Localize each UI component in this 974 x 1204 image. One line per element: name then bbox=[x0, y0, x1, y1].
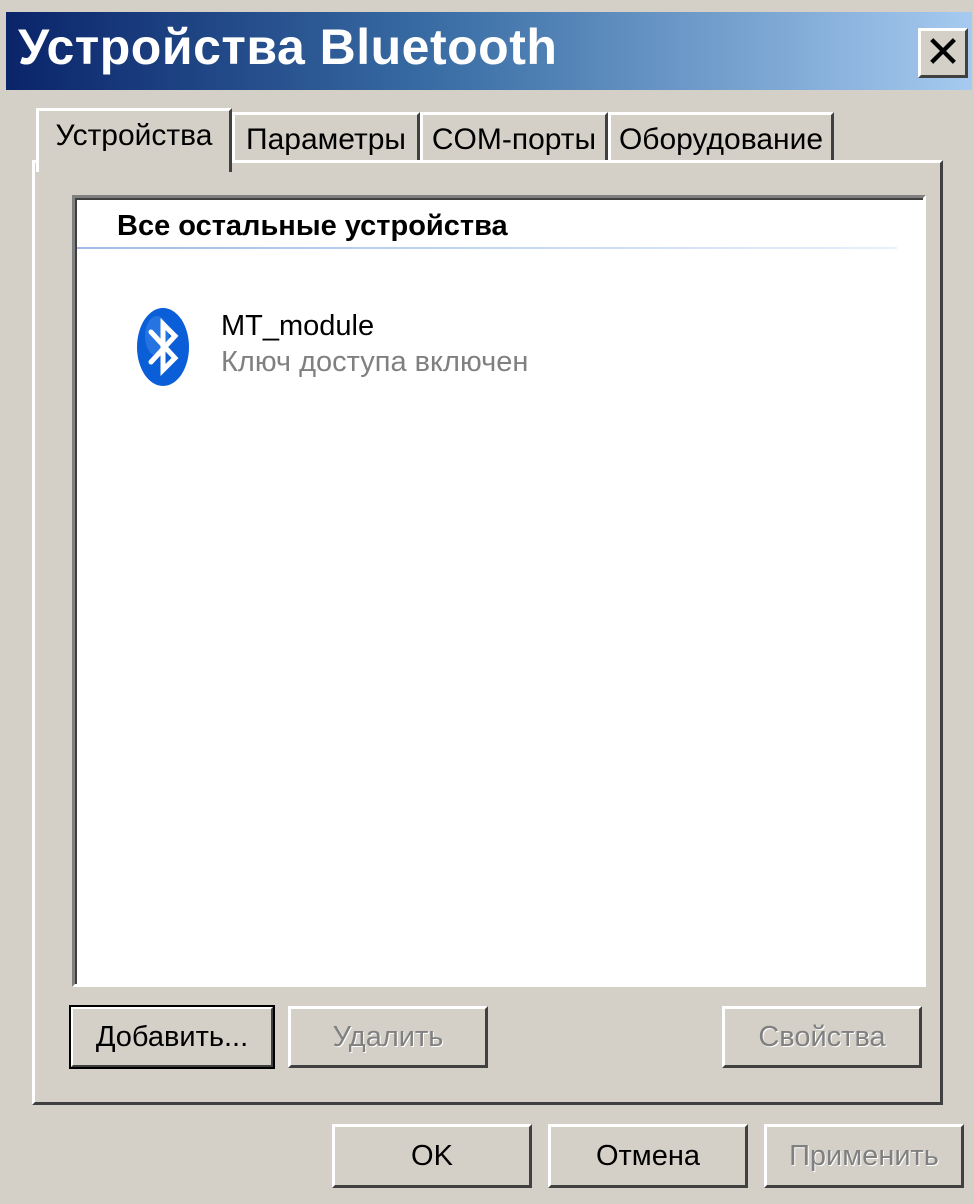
tab-com-ports-label: COM-порты bbox=[431, 123, 597, 156]
tab-parameters-label: Параметры bbox=[246, 123, 406, 156]
tab-devices-label: Устройства bbox=[55, 119, 213, 152]
add-button[interactable]: Добавить... bbox=[69, 1005, 275, 1069]
tab-hardware-label: Оборудование bbox=[618, 123, 824, 156]
group-header: Все остальные устройства bbox=[117, 210, 508, 242]
bluetooth-icon bbox=[135, 306, 191, 388]
bluetooth-devices-dialog: Устройства Bluetooth ✕ Устройства Параме… bbox=[0, 0, 974, 1204]
apply-button-label: Применить bbox=[789, 1140, 939, 1172]
title-bar[interactable]: Устройства Bluetooth ✕ bbox=[6, 12, 972, 90]
tab-devices[interactable]: Устройства bbox=[36, 108, 232, 172]
device-item-mt-module[interactable]: MT_module Ключ доступа включен bbox=[135, 300, 595, 390]
cancel-button-label: Отмена bbox=[595, 1140, 701, 1172]
close-button[interactable]: ✕ bbox=[918, 28, 968, 78]
remove-button-label: Удалить bbox=[332, 1021, 444, 1053]
device-status: Ключ доступа включен bbox=[221, 346, 529, 378]
device-list[interactable]: Все остальные устройства MT_module Ключ … bbox=[72, 195, 926, 987]
device-name: MT_module bbox=[221, 310, 375, 342]
remove-button[interactable]: Удалить bbox=[288, 1006, 488, 1068]
properties-button-label: Свойства bbox=[758, 1021, 886, 1053]
cancel-button[interactable]: Отмена bbox=[548, 1124, 748, 1188]
apply-button[interactable]: Применить bbox=[764, 1124, 964, 1188]
ok-button-label: OK bbox=[411, 1140, 453, 1172]
close-icon: ✕ bbox=[924, 27, 962, 78]
ok-button[interactable]: OK bbox=[332, 1124, 532, 1188]
group-divider bbox=[77, 247, 897, 249]
add-button-label: Добавить... bbox=[95, 1021, 249, 1053]
properties-button[interactable]: Свойства bbox=[722, 1006, 922, 1068]
window-title: Устройства Bluetooth bbox=[18, 19, 558, 75]
